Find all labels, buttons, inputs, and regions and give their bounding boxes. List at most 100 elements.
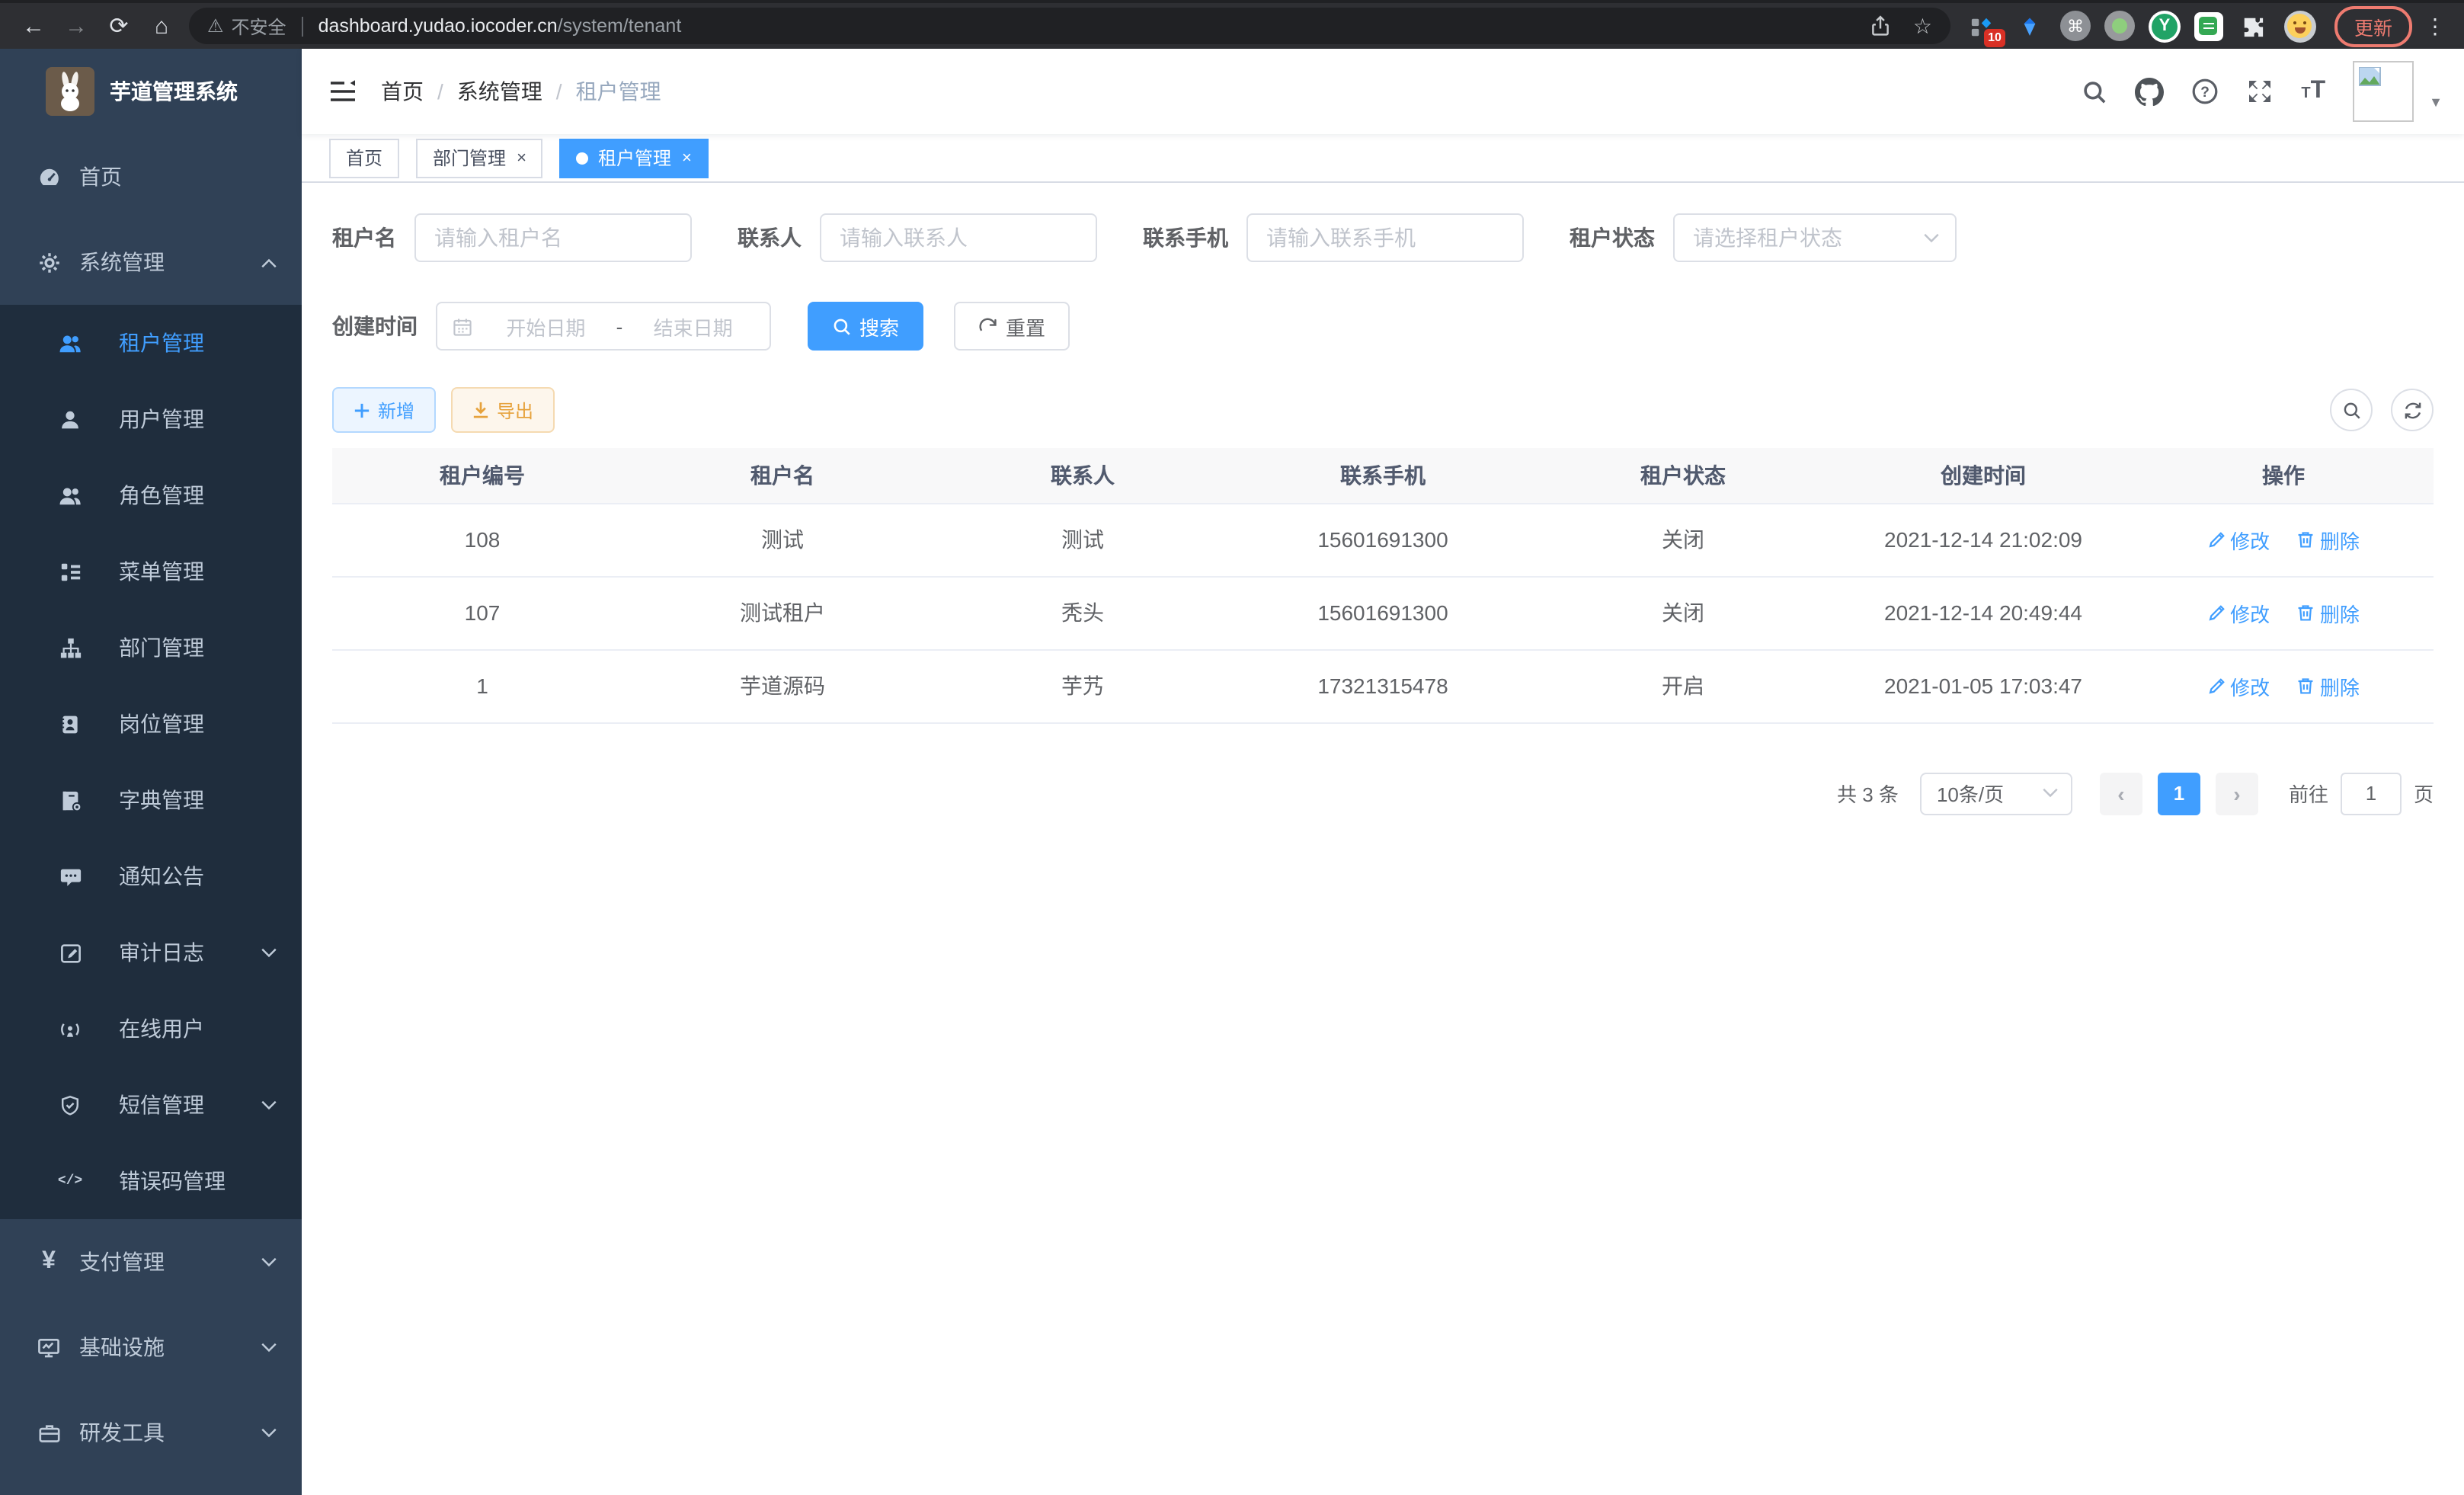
- monitor-icon: [37, 1335, 61, 1359]
- create-time-range-picker[interactable]: 开始日期 - 结束日期: [436, 302, 771, 351]
- breadcrumb-home[interactable]: 首页: [381, 76, 424, 107]
- sidebar-collapse-icon[interactable]: [329, 79, 357, 104]
- delete-link[interactable]: 删除: [2297, 598, 2360, 627]
- page-number-1[interactable]: 1: [2158, 772, 2200, 815]
- tenant-status-label: 租户状态: [1570, 222, 1655, 253]
- url-text: dashboard.yudao.iocoder.cn/system/tenant: [318, 15, 682, 37]
- browser-toolbar: ← → ⟳ ⌂ ⚠ 不安全 dashboard.yudao.iocoder.cn…: [0, 0, 2464, 49]
- reset-button[interactable]: 重置: [954, 302, 1070, 351]
- recorder-extension-icon[interactable]: [2104, 11, 2135, 41]
- sidebar-item-infra[interactable]: 基础设施: [0, 1305, 302, 1390]
- app-header: 首页 / 系统管理 / 租户管理 ?: [302, 49, 2464, 134]
- status-text: 关闭: [1533, 503, 1833, 576]
- screen: ← → ⟳ ⌂ ⚠ 不安全 dashboard.yudao.iocoder.cn…: [0, 0, 2464, 1495]
- tab-dept[interactable]: 部门管理 ×: [416, 138, 543, 178]
- tenant-name-input[interactable]: [414, 213, 692, 262]
- sidebar-item-tenant[interactable]: 租户管理: [0, 305, 302, 381]
- export-button[interactable]: 导出: [451, 387, 555, 433]
- extension-grid-icon[interactable]: 10: [1966, 9, 1999, 43]
- table-row: 1 芋道源码 芋艿 17321315478 开启 2021-01-05 17:0…: [332, 649, 2434, 722]
- sidebar-item-dev-tools[interactable]: 研发工具: [0, 1390, 302, 1475]
- github-icon[interactable]: [2135, 77, 2164, 106]
- app-title: 芋道管理系统: [110, 76, 238, 107]
- extension-badge: 10: [1984, 29, 2005, 47]
- sidebar-item-dept[interactable]: 部门管理: [0, 610, 302, 686]
- edit-icon: [2207, 603, 2226, 622]
- table-header-row: 租户编号 租户名 联系人 联系手机 租户状态 创建时间 操作: [332, 448, 2434, 503]
- prev-page-button[interactable]: ‹: [2100, 772, 2142, 815]
- sidebar-item-user[interactable]: 用户管理: [0, 381, 302, 457]
- edit-link[interactable]: 修改: [2207, 525, 2270, 554]
- share-icon[interactable]: [1870, 15, 1892, 37]
- trash-icon: [2297, 603, 2315, 622]
- edit-icon: [2207, 530, 2226, 549]
- tags-view-bar: 首页 部门管理 × 租户管理 ×: [302, 134, 2464, 183]
- delete-link[interactable]: 删除: [2297, 671, 2360, 700]
- sidebar-item-role[interactable]: 角色管理: [0, 457, 302, 533]
- add-button[interactable]: 新增: [332, 387, 436, 433]
- edit-link[interactable]: 修改: [2207, 598, 2270, 627]
- sidebar-item-menu[interactable]: 菜单管理: [0, 533, 302, 610]
- goto-page-input[interactable]: [2341, 772, 2402, 815]
- bookmark-star-icon[interactable]: ☆: [1913, 13, 1932, 39]
- broken-image-icon: [2359, 67, 2382, 87]
- contact-name-input[interactable]: [820, 213, 1097, 262]
- browser-home-icon[interactable]: ⌂: [140, 13, 183, 39]
- gem-extension-icon[interactable]: [2013, 9, 2046, 43]
- edit-link[interactable]: 修改: [2207, 671, 2270, 700]
- app-logo[interactable]: 芋道管理系统: [0, 49, 302, 134]
- sidebar-item-pay[interactable]: ¥ 支付管理: [0, 1219, 302, 1305]
- close-icon[interactable]: ×: [517, 149, 526, 167]
- tab-home[interactable]: 首页: [329, 138, 399, 178]
- browser-reload-icon[interactable]: ⟳: [98, 12, 140, 40]
- sidebar-item-notice[interactable]: 通知公告: [0, 838, 302, 914]
- page-size-select[interactable]: 10条/页: [1920, 772, 2072, 815]
- refresh-table-button[interactable]: [2391, 389, 2434, 431]
- security-label: 不安全: [232, 13, 286, 39]
- sidebar-item-sms[interactable]: 短信管理: [0, 1067, 302, 1143]
- sidebar-item-online-users[interactable]: 在线用户: [0, 991, 302, 1067]
- browser-menu-icon[interactable]: ⋮: [2418, 13, 2452, 39]
- sidebar-item-home[interactable]: 首页: [0, 134, 302, 219]
- col-created: 创建时间: [1833, 448, 2133, 503]
- help-icon[interactable]: ?: [2191, 78, 2219, 105]
- profile-avatar-icon[interactable]: [2284, 10, 2316, 42]
- sidebar-item-post[interactable]: 岗位管理: [0, 686, 302, 762]
- browser-back-icon[interactable]: ←: [12, 13, 55, 39]
- toggle-search-button[interactable]: [2330, 389, 2373, 431]
- tab-tenant[interactable]: 租户管理 ×: [560, 138, 709, 178]
- close-icon[interactable]: ×: [682, 149, 692, 167]
- contact-phone-input[interactable]: [1246, 213, 1524, 262]
- edit-log-icon: [58, 940, 82, 965]
- dashboard-icon: [37, 165, 61, 189]
- briefcase-icon: [37, 1420, 61, 1445]
- contact-name-label: 联系人: [738, 222, 802, 253]
- select-caret-icon: [2042, 788, 2059, 799]
- address-bar[interactable]: ⚠ 不安全 dashboard.yudao.iocoder.cn/system/…: [189, 8, 1950, 44]
- search-button[interactable]: 搜索: [808, 302, 923, 351]
- sidebar-item-audit-log[interactable]: 审计日志: [0, 914, 302, 991]
- security-chip[interactable]: ⚠ 不安全: [207, 13, 286, 39]
- fullscreen-icon[interactable]: [2246, 78, 2274, 105]
- chat-extension-icon[interactable]: [2194, 11, 2223, 40]
- delete-link[interactable]: 删除: [2297, 525, 2360, 554]
- command-extension-icon[interactable]: ⌘: [2060, 11, 2091, 41]
- org-chart-icon: [58, 635, 82, 660]
- table-row: 108 测试 测试 15601691300 关闭 2021-12-14 21:0…: [332, 503, 2434, 576]
- next-page-button[interactable]: ›: [2216, 772, 2258, 815]
- avatar-caret-icon[interactable]: ▼: [2429, 94, 2443, 110]
- sidebar-item-error-code[interactable]: </> 错误码管理: [0, 1143, 302, 1219]
- sidebar-item-system[interactable]: 系统管理: [0, 219, 302, 305]
- header-search-icon[interactable]: [2082, 78, 2107, 104]
- chevron-down-icon: [261, 1257, 277, 1267]
- col-status: 租户状态: [1533, 448, 1833, 503]
- tenant-status-select[interactable]: 请选择租户状态: [1673, 213, 1957, 262]
- breadcrumb-section[interactable]: 系统管理: [457, 76, 542, 107]
- y-extension-icon[interactable]: Y: [2149, 10, 2181, 42]
- font-size-icon[interactable]: TT: [2301, 79, 2325, 104]
- puzzle-extensions-icon[interactable]: [2237, 9, 2270, 43]
- chrome-update-button[interactable]: 更新: [2334, 5, 2412, 46]
- user-avatar[interactable]: [2353, 61, 2414, 122]
- sidebar-item-dict[interactable]: 字典管理: [0, 762, 302, 838]
- browser-forward-icon[interactable]: →: [55, 13, 98, 39]
